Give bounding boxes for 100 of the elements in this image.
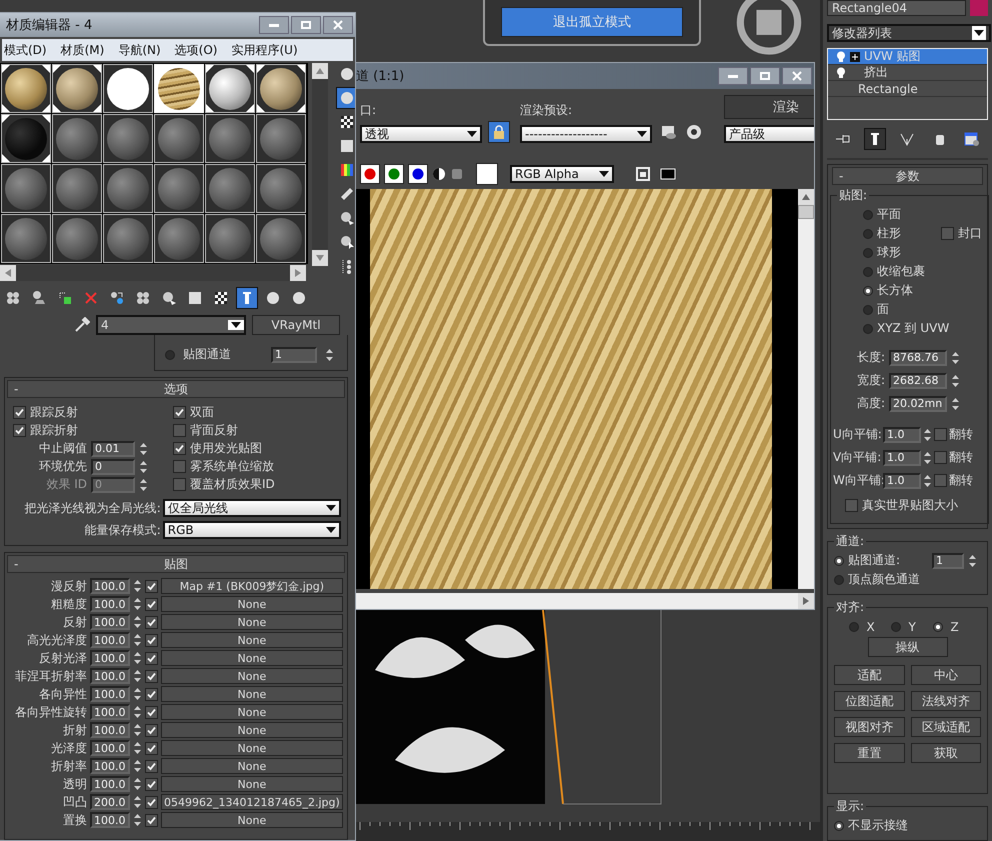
tool-button[interactable] [336,87,355,109]
map-slot-button[interactable]: None [161,686,343,702]
map-slot-button[interactable]: 0549962_134012187465_2.jpg) [161,794,343,810]
spinner-arrows-icon[interactable] [133,722,142,738]
material-slot[interactable] [1,114,51,163]
spinner-arrows-icon[interactable] [923,426,932,442]
rollout-header[interactable]: - 参数 [832,167,983,185]
checkbox[interactable] [173,442,186,455]
spinner-arrows-icon[interactable] [133,776,142,792]
spinner-arrows-icon[interactable] [951,372,960,388]
channel-toggle[interactable] [360,164,380,184]
material-name-field[interactable]: 4 [96,315,246,335]
checkbox[interactable] [934,474,947,487]
maximize-button[interactable] [750,67,780,85]
material-slot[interactable] [1,64,51,113]
maximize-button[interactable] [291,16,321,34]
radio-button[interactable] [863,228,873,238]
render-button[interactable]: 渲染 [724,95,814,119]
align-button[interactable]: 重置 [834,743,904,763]
spinner-arrows-icon[interactable] [968,552,977,568]
square-toggle-icon[interactable] [450,167,464,181]
channel-toggle[interactable] [408,164,428,184]
material-slot[interactable] [52,164,102,213]
light-bulb-icon[interactable] [836,66,846,78]
expand-icon[interactable] [850,52,860,62]
checkbox[interactable] [941,227,954,240]
spinner-arrows-icon[interactable] [133,650,142,666]
dimension-field[interactable]: 2682.68 [889,372,947,388]
modifier-list-dropdown[interactable]: 修改器列表 [827,24,991,42]
scroll-right-icon[interactable] [295,269,301,277]
spinner-arrows-icon[interactable] [133,794,142,810]
lock-button[interactable] [488,121,510,143]
vertical-scrollbar[interactable] [312,63,328,266]
checkbox[interactable] [145,742,158,754]
radio-button[interactable] [863,304,873,314]
material-slot[interactable] [205,164,255,213]
dimension-field[interactable]: 8768.76 [889,350,947,366]
checkbox[interactable] [173,460,186,473]
material-slot[interactable] [1,214,51,263]
radio-button[interactable] [165,350,175,360]
material-type-button[interactable]: VRayMtl [252,315,340,335]
map-slot-button[interactable]: None [161,704,343,720]
amount-field[interactable]: 100.0 [90,614,130,630]
align-button[interactable]: 适配 [834,665,904,685]
align-button[interactable]: 中心 [910,665,981,685]
material-slot[interactable] [103,114,153,163]
scroll-up-icon[interactable] [316,68,324,74]
number-field[interactable]: 0.01 [91,440,135,456]
checkbox[interactable] [145,616,158,628]
spinner-arrows-icon[interactable] [133,596,142,612]
map-channel-field[interactable]: 1 [271,346,317,362]
map-slot-button[interactable]: None [161,722,343,738]
radio-button[interactable] [863,286,873,296]
amount-field[interactable]: 100.0 [90,596,130,612]
material-slot[interactable] [205,64,255,113]
manipulate-button[interactable]: 操纵 [868,637,948,657]
material-slot[interactable] [52,64,102,113]
align-button[interactable]: 获取 [910,743,981,763]
checkbox[interactable] [173,478,186,491]
amount-field[interactable]: 100.0 [90,740,130,756]
spinner-arrows-icon[interactable] [133,614,142,630]
amount-field[interactable]: 100.0 [90,668,130,684]
checkbox[interactable] [145,760,158,772]
material-slot[interactable] [256,114,306,163]
checkbox[interactable] [173,406,186,419]
checkbox[interactable] [845,498,858,512]
checkbox[interactable] [145,706,158,718]
radio-button[interactable] [834,820,844,830]
checkbox[interactable] [145,724,158,736]
radio-button[interactable] [863,266,873,276]
align-button[interactable]: 位图适配 [834,691,904,711]
material-slot[interactable] [154,164,204,213]
radio-button[interactable] [863,210,873,220]
minimize-button[interactable] [718,67,748,85]
align-button[interactable]: 区域适配 [910,717,981,737]
material-slot[interactable] [154,114,204,163]
spinner-arrows-icon[interactable] [133,632,142,648]
checkbox[interactable] [173,424,186,437]
menu-item[interactable]: 导航(N) [118,42,161,58]
close-button[interactable] [782,67,812,85]
radio-button[interactable] [834,574,844,584]
map-slot-button[interactable]: None [161,632,343,648]
map-slot-button[interactable]: Map #1 (BK009梦幻金.jpg) [161,578,343,594]
exit-isolation-button[interactable]: 退出孤立模式 [501,7,683,37]
checkbox[interactable] [145,634,158,646]
material-slot[interactable] [103,214,153,263]
tile-field[interactable]: 1.0 [883,426,921,442]
rollout-header[interactable]: - 选项 [7,380,345,398]
checkbox[interactable] [13,424,26,437]
menu-item[interactable]: 实用程序(U) [231,42,298,58]
align-button[interactable]: 法线对齐 [910,691,981,711]
map-slot-button[interactable]: None [161,614,343,630]
channel-toggle[interactable] [384,164,404,184]
radio-button[interactable] [890,622,900,632]
amount-field[interactable]: 100.0 [90,686,130,702]
menu-item[interactable]: 材质(M) [60,42,104,58]
checkbox[interactable] [145,778,158,790]
tool-button[interactable] [236,287,258,309]
dimension-field[interactable]: 20.02mn [889,396,947,412]
material-slot[interactable] [1,164,51,213]
